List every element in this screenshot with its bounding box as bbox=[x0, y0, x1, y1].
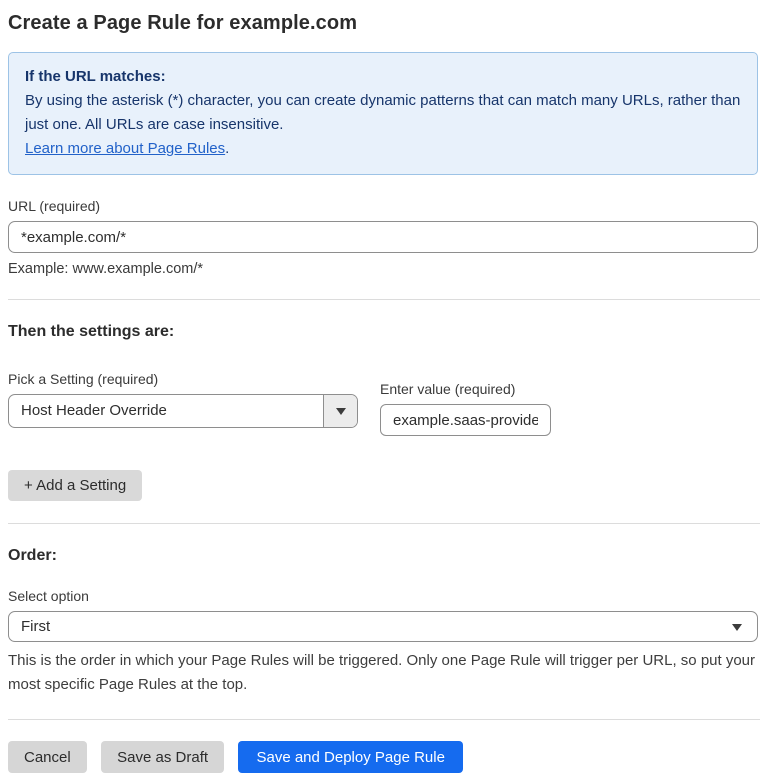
save-as-draft-button[interactable]: Save as Draft bbox=[101, 741, 225, 773]
setting-value-input[interactable] bbox=[380, 404, 551, 436]
pick-setting-selected-value: Host Header Override bbox=[21, 402, 167, 419]
footer-actions: Cancel Save as Draft Save and Deploy Pag… bbox=[8, 741, 762, 773]
page-title: Create a Page Rule for example.com bbox=[8, 12, 358, 34]
save-and-deploy-button[interactable]: Save and Deploy Page Rule bbox=[238, 741, 463, 773]
settings-section-heading: Then the settings are: bbox=[8, 323, 175, 340]
order-section-heading: Order: bbox=[8, 547, 57, 564]
info-box-heading: If the URL matches: bbox=[25, 68, 166, 85]
pick-setting-column: Pick a Setting (required) Host Header Ov… bbox=[8, 347, 358, 428]
add-setting-button[interactable]: + Add a Setting bbox=[8, 470, 143, 501]
info-box-body: By using the asterisk (*) character, you… bbox=[25, 92, 741, 133]
order-select-label: Select option bbox=[8, 588, 89, 604]
url-example-text: Example: www.example.com/* bbox=[8, 261, 204, 277]
chevron-down-icon bbox=[335, 407, 346, 415]
pick-setting-label: Pick a Setting (required) bbox=[8, 371, 159, 387]
order-select[interactable]: First bbox=[8, 611, 758, 642]
url-field-label: URL (required) bbox=[8, 198, 101, 214]
divider bbox=[8, 719, 760, 720]
chevron-down-icon bbox=[732, 624, 742, 631]
setting-row: Pick a Setting (required) Host Header Ov… bbox=[8, 347, 762, 436]
info-box-link-line: Learn more about Page Rules. bbox=[25, 137, 741, 161]
divider bbox=[8, 299, 760, 300]
order-help-text: This is the order in which your Page Rul… bbox=[8, 652, 756, 693]
pick-setting-select[interactable]: Host Header Override bbox=[8, 394, 358, 428]
enter-value-label: Enter value (required) bbox=[380, 381, 516, 397]
url-matches-info-box: If the URL matches: By using the asteris… bbox=[8, 52, 758, 175]
enter-value-column: Enter value (required) bbox=[380, 347, 551, 436]
learn-more-link[interactable]: Learn more about Page Rules bbox=[25, 140, 225, 157]
url-input[interactable] bbox=[8, 221, 758, 253]
divider bbox=[8, 523, 760, 524]
order-selected-value: First bbox=[21, 618, 51, 635]
pick-setting-caret-box[interactable] bbox=[323, 395, 357, 427]
link-suffix: . bbox=[225, 140, 230, 157]
cancel-button[interactable]: Cancel bbox=[8, 741, 87, 773]
